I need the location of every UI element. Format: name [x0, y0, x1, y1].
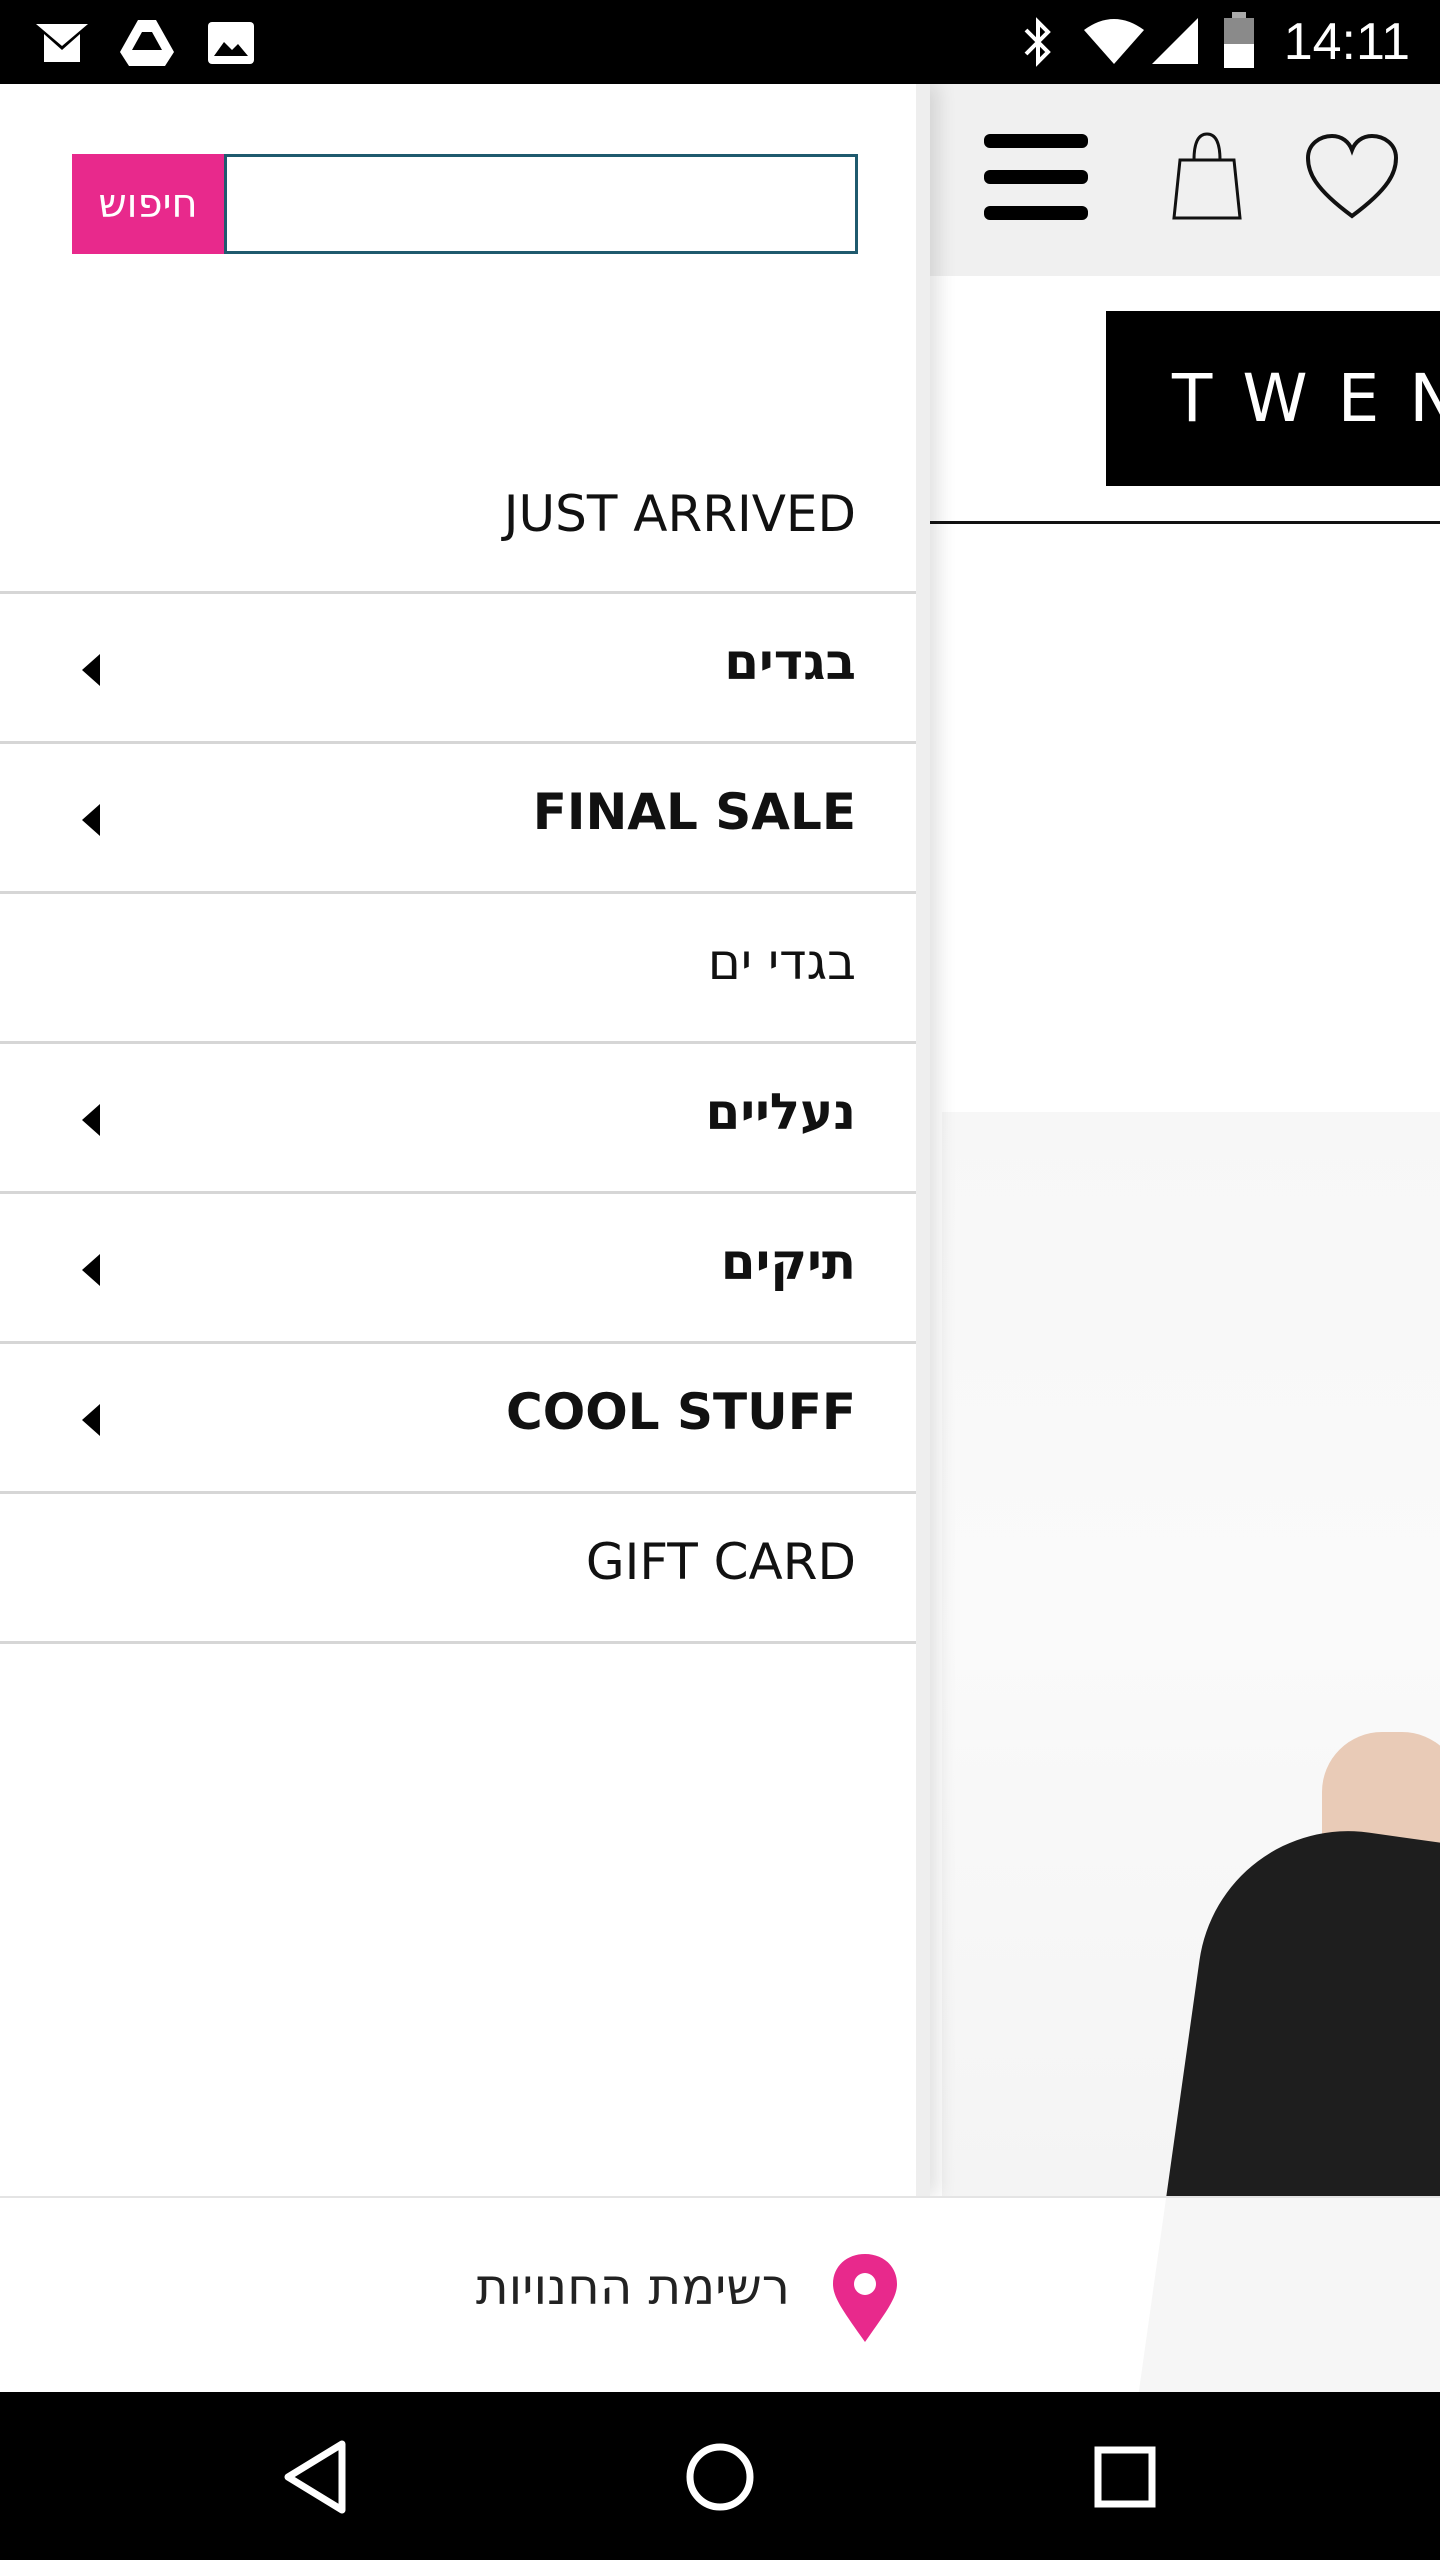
menu-item-label: FINAL SALE: [532, 783, 856, 841]
menu-item-swimwear[interactable]: בגדי ים: [0, 894, 916, 1044]
search-button[interactable]: חיפוש: [72, 154, 224, 254]
back-icon[interactable]: [270, 2432, 360, 2522]
menu-item-label: JUST ARRIVED: [503, 485, 856, 543]
status-time: 14:11: [1283, 13, 1410, 71]
menu-item-gift-card[interactable]: GIFT CARD: [0, 1494, 916, 1644]
home-icon[interactable]: [675, 2432, 765, 2522]
battery-icon: [1224, 12, 1254, 68]
wifi-icon: [1084, 19, 1144, 64]
heart-icon[interactable]: [1304, 132, 1400, 220]
page-header: [930, 84, 1440, 276]
recents-icon[interactable]: [1080, 2432, 1170, 2522]
search-bar: חיפוש: [72, 154, 858, 254]
chevron-left-icon: [82, 654, 100, 686]
menu-item-bags[interactable]: תיקים: [0, 1194, 916, 1344]
chevron-left-icon: [82, 804, 100, 836]
menu-item-label: נעליים: [705, 1083, 856, 1141]
divider: [930, 521, 1440, 524]
navigation-drawer: חיפוש JUST ARRIVED בגדים FINAL SALE בגדי…: [0, 84, 930, 2196]
menu-item-label: תיקים: [720, 1233, 856, 1291]
chevron-left-icon: [82, 1404, 100, 1436]
menu-item-label: GIFT CARD: [585, 1533, 856, 1591]
chevron-left-icon: [82, 1104, 100, 1136]
background-page: TWEN: [930, 84, 1440, 2392]
signal-icon: [1152, 18, 1198, 64]
menu-item-just-arrived[interactable]: JUST ARRIVED: [0, 364, 916, 594]
menu-item-label: בגדי ים: [707, 933, 856, 991]
status-bar: 14:11: [0, 0, 1440, 84]
location-pin-icon: [833, 2254, 897, 2342]
menu-item-final-sale[interactable]: FINAL SALE: [0, 744, 916, 894]
store-list-bar[interactable]: רשימת החנויות: [0, 2196, 1440, 2392]
menu-item-label: COOL STUFF: [506, 1383, 856, 1441]
store-list-label: רשימת החנויות: [475, 2258, 790, 2316]
image-icon: [208, 22, 254, 64]
category-menu: JUST ARRIVED בגדים FINAL SALE בגדי ים נע…: [0, 364, 916, 1644]
chevron-left-icon: [82, 1254, 100, 1286]
menu-item-shoes[interactable]: נעליים: [0, 1044, 916, 1194]
drive-icon: [120, 20, 174, 66]
gmail-icon: [36, 24, 88, 62]
system-nav-bar: [0, 2392, 1440, 2560]
hamburger-menu-icon[interactable]: [982, 132, 1090, 222]
brand-logo[interactable]: TWEN: [1106, 311, 1440, 486]
bluetooth-icon: [1024, 17, 1051, 67]
shopping-bag-icon[interactable]: [1170, 130, 1244, 222]
menu-item-label: בגדים: [724, 633, 856, 691]
menu-item-cool-stuff[interactable]: COOL STUFF: [0, 1344, 916, 1494]
menu-item-clothing[interactable]: בגדים: [0, 594, 916, 744]
search-input[interactable]: [224, 154, 858, 254]
